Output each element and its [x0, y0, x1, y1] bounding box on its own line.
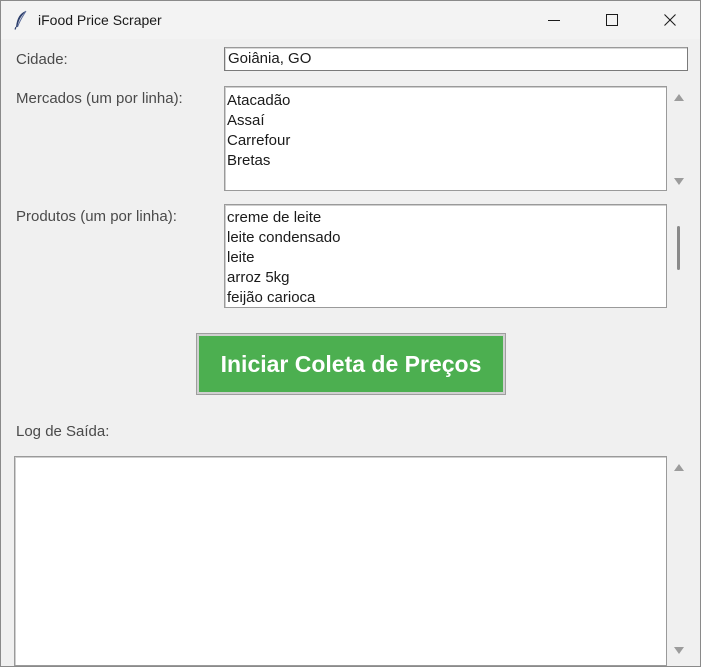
log-textarea[interactable] — [14, 456, 667, 666]
window-title: iFood Price Scraper — [38, 12, 162, 28]
product-line: arroz 5kg — [227, 269, 290, 286]
market-line: Bretas — [227, 152, 271, 169]
products-scrollbar[interactable] — [668, 204, 690, 308]
markets-scrollbar[interactable] — [668, 86, 690, 191]
city-label: Cidade: — [16, 51, 68, 68]
scroll-up-icon[interactable] — [674, 94, 684, 101]
maximize-button[interactable] — [583, 1, 641, 39]
markets-label: Mercados (um por linha): — [16, 90, 183, 107]
app-window: iFood Price Scraper Cidade: Mercados (um… — [0, 0, 701, 667]
close-button[interactable] — [641, 1, 699, 39]
products-textarea[interactable]: creme de leite leite condensado leite ar… — [224, 204, 667, 308]
scroll-thumb[interactable] — [677, 226, 680, 270]
close-icon — [664, 14, 676, 26]
feather-icon — [13, 10, 29, 30]
maximize-icon — [606, 14, 618, 26]
scroll-down-icon[interactable] — [674, 647, 684, 654]
minimize-button[interactable] — [525, 1, 583, 39]
market-line: Carrefour — [227, 132, 291, 149]
start-collection-button[interactable]: Iniciar Coleta de Preços — [196, 333, 506, 395]
product-line: feijão carioca — [227, 289, 316, 306]
market-line: Assaí — [227, 112, 265, 129]
market-line: Atacadão — [227, 92, 291, 109]
product-line: leite condensado — [227, 229, 341, 246]
product-line: leite — [227, 249, 255, 266]
title-bar[interactable]: iFood Price Scraper — [1, 1, 700, 39]
log-scrollbar[interactable] — [668, 456, 690, 666]
city-input[interactable] — [224, 47, 688, 71]
scroll-down-icon[interactable] — [674, 178, 684, 185]
products-label: Produtos (um por linha): — [16, 208, 177, 225]
product-line: creme de leite — [227, 209, 322, 226]
minimize-icon — [548, 14, 560, 26]
markets-textarea[interactable]: Atacadão Assaí Carrefour Bretas — [224, 86, 667, 191]
log-label: Log de Saída: — [16, 423, 110, 440]
scroll-up-icon[interactable] — [674, 464, 684, 471]
